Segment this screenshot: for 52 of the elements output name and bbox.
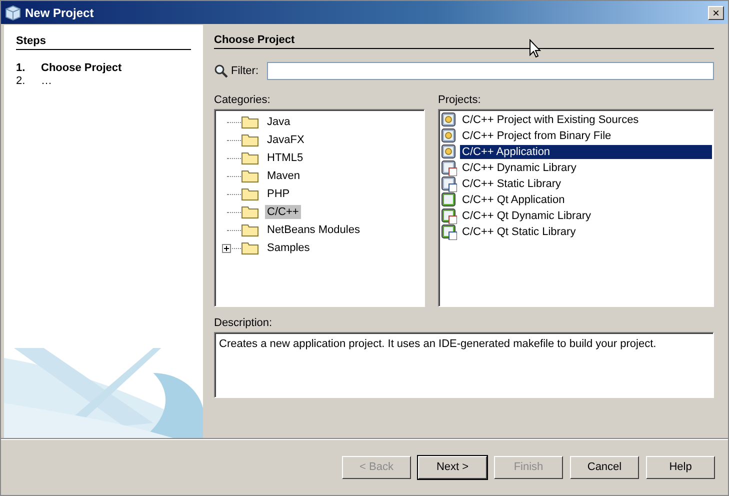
dialog-button[interactable]: Help	[646, 456, 715, 478]
project-item[interactable]: C/C++ Static Library	[460, 177, 712, 191]
close-button[interactable]: ×	[708, 6, 724, 20]
category-item[interactable]: JavaFX	[265, 133, 306, 147]
folder-icon	[241, 115, 259, 129]
folder-icon	[241, 133, 259, 147]
filter-label: Filter:	[231, 65, 258, 77]
folder-icon	[241, 169, 259, 183]
category-item[interactable]: Java	[265, 115, 292, 129]
project-item[interactable]: C/C++ Qt Application	[460, 193, 712, 207]
project-icon	[441, 176, 457, 192]
project-item[interactable]: C/C++ Application	[460, 145, 712, 159]
folder-icon	[241, 187, 259, 201]
filter-field[interactable]	[266, 62, 714, 80]
project-item[interactable]: C/C++ Qt Dynamic Library	[460, 209, 712, 223]
folder-icon	[241, 205, 259, 219]
window-title: New Project	[25, 6, 95, 20]
projects-label: Projects:	[438, 94, 482, 107]
dialog-button[interactable]: Cancel	[570, 456, 639, 478]
project-icon	[441, 160, 457, 176]
step-label: Choose Project	[41, 62, 122, 75]
search-icon	[214, 64, 228, 78]
step-label: …	[41, 75, 52, 88]
project-icon	[441, 128, 457, 144]
project-item[interactable]: C/C++ Dynamic Library	[460, 161, 712, 175]
steps-heading: Steps	[16, 35, 46, 47]
folder-icon	[241, 151, 259, 165]
panel-heading: Choose Project	[214, 34, 295, 46]
category-item[interactable]: HTML5	[265, 151, 306, 165]
cube-icon	[5, 4, 21, 20]
project-item[interactable]: C/C++ Project with Existing Sources	[460, 113, 712, 127]
categories-label: Categories:	[214, 94, 272, 107]
category-item[interactable]: Maven	[265, 169, 302, 183]
project-item[interactable]: C/C++ Qt Static Library	[460, 225, 712, 239]
folder-icon	[241, 223, 259, 237]
category-item[interactable]: NetBeans Modules	[265, 223, 362, 237]
project-item[interactable]: C/C++ Project from Binary File	[460, 129, 712, 143]
folder-icon	[241, 241, 259, 255]
dialog-button[interactable]: Next >	[418, 456, 487, 478]
step-number: 1.	[16, 62, 26, 75]
category-item[interactable]: Samples	[265, 241, 312, 255]
project-icon	[441, 224, 457, 240]
project-icon	[441, 144, 457, 160]
project-icon	[441, 192, 457, 208]
project-icon	[441, 208, 457, 224]
expand-icon[interactable]	[222, 244, 231, 252]
description-text: Creates a new application project. It uses an IDE-generated makefile to build your project.	[219, 338, 656, 350]
category-item[interactable]: C/C++	[265, 205, 301, 219]
description-label: Description:	[214, 317, 274, 330]
step-number: 2.	[16, 75, 26, 88]
project-icon	[441, 112, 457, 128]
category-item[interactable]: PHP	[265, 187, 292, 201]
